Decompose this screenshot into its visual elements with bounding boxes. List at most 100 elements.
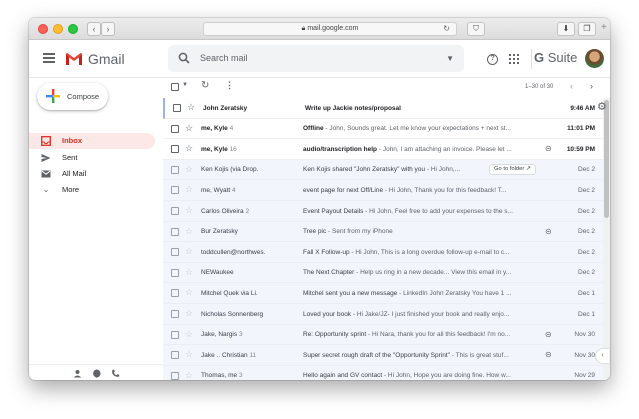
email-subject: Re: Opportunity sprint - Hi Nara, thank … <box>303 331 511 339</box>
maximize-window-button[interactable] <box>68 24 78 34</box>
email-snippet: - Hi Nara, thank you for all this feedba… <box>366 331 511 339</box>
download-button[interactable]: ⬇ <box>557 22 575 36</box>
address-bar[interactable]: 🔒︎ mail.google.com ↻ <box>203 22 457 36</box>
phone-icon[interactable] <box>111 369 120 380</box>
email-row[interactable]: ☆ Jake, Nargis 3 Re: Opportunity sprint - … <box>163 324 603 346</box>
sidebar-item-all-mail[interactable]: All Mail <box>29 166 155 182</box>
email-row[interactable]: ☆ me, Wyatt 4 event page for next Off/Line… <box>163 180 603 201</box>
hangouts-icon[interactable] <box>92 369 101 380</box>
browser-titlebar: ‹ › 🔒︎ mail.google.com ↻ ⛉ ⬇ ❐ + <box>29 18 610 40</box>
email-row[interactable]: ☆ me, Kyle 4 Offline - John, Sounds great.… <box>163 118 603 140</box>
email-snippet: - Hi Jake/JZ- I just finished your book … <box>351 310 510 318</box>
back-button[interactable]: ‹ <box>87 22 101 36</box>
star-icon[interactable]: ☆ <box>185 164 193 175</box>
sidebar-item-inbox[interactable]: Inbox <box>29 133 155 149</box>
email-row[interactable]: ☆ Ken Kojis (via Drop. Ken Kojis shared "… <box>163 159 603 181</box>
reload-icon[interactable]: ↻ <box>443 23 450 35</box>
star-icon[interactable]: ☆ <box>185 267 193 278</box>
more-options-icon[interactable]: ⋮ <box>225 80 234 91</box>
close-window-button[interactable] <box>38 24 48 34</box>
email-row[interactable]: ☆ me, Kyle 16 audio/transcription help - J… <box>163 139 603 160</box>
row-checkbox[interactable] <box>171 186 179 195</box>
main-menu-icon[interactable] <box>43 53 55 63</box>
star-icon[interactable]: ☆ <box>185 370 193 380</box>
search-icon[interactable] <box>178 52 190 64</box>
email-sender: me, Wyatt 4 <box>201 186 236 194</box>
tabs-overview-button[interactable]: ❐ <box>578 22 596 36</box>
list-scrollbar[interactable] <box>603 98 610 380</box>
settings-gear-icon[interactable]: ⚙ <box>597 100 607 113</box>
row-checkbox[interactable] <box>171 371 179 380</box>
compose-button[interactable]: Compose <box>37 83 108 110</box>
star-icon[interactable]: ☆ <box>185 123 193 134</box>
star-icon[interactable]: ☆ <box>185 143 193 154</box>
star-icon[interactable]: ☆ <box>185 184 193 195</box>
sidebar-item-more[interactable]: ⌄ More <box>29 182 155 198</box>
newer-page-icon[interactable]: › <box>590 81 593 91</box>
star-icon[interactable]: ☆ <box>185 287 193 298</box>
refresh-icon[interactable]: ↻ <box>201 80 209 91</box>
row-checkbox[interactable] <box>171 145 179 154</box>
email-row[interactable]: ☆ Mitchel Quek via Li. Mitchel sent you a… <box>163 283 603 304</box>
attachment-icon: ⊝ <box>545 226 552 236</box>
apps-grid-icon[interactable] <box>509 54 519 64</box>
row-checkbox[interactable] <box>173 104 181 112</box>
account-avatar[interactable] <box>585 49 604 68</box>
email-row[interactable]: ☆ Nicholas Sonnenberg Loved your book - H… <box>163 304 603 325</box>
star-icon[interactable]: ☆ <box>185 349 193 360</box>
email-row[interactable]: ☆ toddcullen@northwes. Fall X Follow-up -… <box>163 242 603 263</box>
row-checkbox[interactable] <box>171 310 179 318</box>
row-checkbox[interactable] <box>171 248 179 257</box>
pagination-count: 1–30 of 30 <box>525 84 554 90</box>
row-checkbox[interactable] <box>171 227 179 236</box>
attachment-icon: ⊝ <box>545 144 552 154</box>
row-checkbox[interactable] <box>171 207 179 215</box>
select-options-icon[interactable]: ▼ <box>182 82 188 88</box>
email-row[interactable]: ☆ Bur Zeratsky Tree pic - Sent from my iP… <box>163 221 603 243</box>
star-icon[interactable]: ☆ <box>185 226 193 237</box>
search-bar[interactable]: Search mail ▼ <box>168 45 464 72</box>
inbox-icon <box>41 136 51 146</box>
email-snippet: - John, Sounds great. Let me know your e… <box>323 125 511 133</box>
email-subject: Offline - John, Sounds great. Let me kno… <box>303 125 511 133</box>
sidebar-footer <box>29 364 163 380</box>
row-checkbox[interactable] <box>171 124 179 133</box>
star-icon[interactable]: ☆ <box>187 102 195 113</box>
email-row[interactable]: ☆ NEWaukee The Next Chapter - Help us rin… <box>163 262 603 284</box>
email-sender: Mitchel Quek via Li. <box>201 289 258 297</box>
go-to-folder-chip[interactable]: Go to folder ↗ <box>489 164 536 176</box>
older-page-icon[interactable]: ‹ <box>570 81 573 91</box>
contacts-icon[interactable] <box>73 369 82 380</box>
select-all-checkbox[interactable] <box>171 83 179 91</box>
email-row[interactable]: ☆ Jake .. Christian 11 Super secret rough … <box>163 345 603 366</box>
search-input[interactable]: Search mail <box>200 53 248 63</box>
email-date: Dec 2 <box>578 207 595 215</box>
star-icon[interactable]: ☆ <box>185 246 193 257</box>
star-icon[interactable]: ☆ <box>185 205 193 216</box>
email-row[interactable]: ☆ Thomas, me 3 Hello again and GV contact … <box>163 365 603 380</box>
star-icon[interactable]: ☆ <box>185 329 193 340</box>
row-checkbox[interactable] <box>171 268 179 277</box>
sidebar-item-sent[interactable]: Sent <box>29 150 155 166</box>
privacy-shield-button[interactable]: ⛉ <box>467 22 485 36</box>
scrollbar-thumb[interactable] <box>604 100 609 218</box>
row-checkbox[interactable] <box>171 165 179 174</box>
side-panel-toggle[interactable]: ‹ <box>595 348 609 364</box>
attachment-icon: ⊝ <box>545 350 552 360</box>
forward-button[interactable]: › <box>101 22 115 36</box>
row-checkbox[interactable] <box>171 289 179 298</box>
mail-toolbar: ▼ ↻ ⋮ 1–30 of 30 ‹ › <box>163 78 610 98</box>
email-row[interactable]: ☆ Carlos Oliveira 2 Event Payout Details -… <box>163 201 603 222</box>
row-checkbox[interactable] <box>171 330 179 339</box>
email-subject: The Next Chapter - Help us ring in a new… <box>303 269 512 277</box>
gmail-logo-icon[interactable] <box>65 52 83 66</box>
email-row[interactable]: ☆ John Zeratsky Write up Jackie notes/pro… <box>163 98 603 119</box>
new-tab-button[interactable]: + <box>601 22 607 33</box>
search-options-icon[interactable]: ▼ <box>446 54 454 63</box>
row-checkbox[interactable] <box>171 351 179 360</box>
star-icon[interactable]: ☆ <box>185 308 193 319</box>
help-icon[interactable]: ? <box>487 54 498 65</box>
minimize-window-button[interactable] <box>53 24 63 34</box>
email-subject: Tree pic - Sent from my iPhone <box>303 228 393 236</box>
send-icon <box>41 153 51 163</box>
